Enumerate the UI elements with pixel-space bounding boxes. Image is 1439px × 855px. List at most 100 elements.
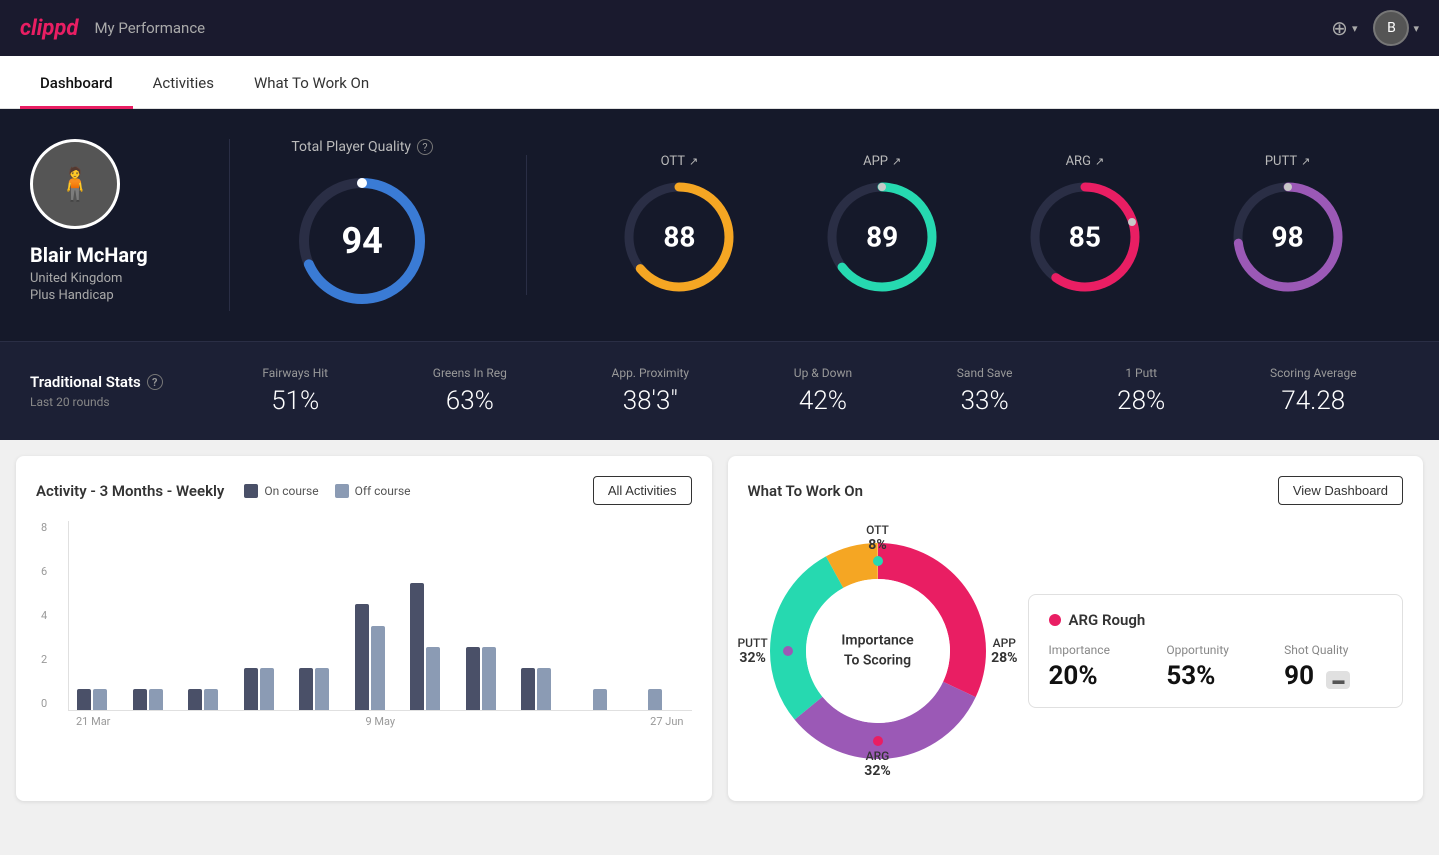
logo: clippd	[20, 16, 78, 41]
bar-on-course	[410, 583, 424, 710]
hero-inner: 🧍 Blair McHarg United Kingdom Plus Handi…	[30, 139, 1409, 311]
activity-card-header: Activity - 3 Months - Weekly On course O…	[36, 476, 692, 505]
bar-on-course	[299, 668, 313, 710]
arg-circle: 85	[1025, 177, 1145, 297]
stat-updown: Up & Down 42%	[794, 366, 852, 416]
bar-off-course	[204, 689, 218, 710]
stat-sandsave: Sand Save 33%	[957, 366, 1013, 416]
bar-on-course	[188, 689, 202, 710]
donut-chart: ImportanceTo Scoring OTT 8% APP 28% ARG …	[748, 521, 1008, 781]
work-card-header: What To Work On View Dashboard	[748, 476, 1404, 505]
avatar: 🧍	[30, 139, 120, 229]
bar-off-course	[482, 647, 496, 710]
bar-off-course	[93, 689, 107, 710]
bar-group	[355, 604, 407, 710]
bar-off-course	[260, 668, 274, 710]
bar-off-course	[426, 647, 440, 710]
bar-group	[299, 668, 351, 710]
detail-metrics: Importance 20% Opportunity 53% Shot Qual…	[1049, 643, 1383, 691]
arg-segment-label: ARG 32%	[864, 749, 890, 779]
player-handicap: Plus Handicap	[30, 288, 114, 303]
putt-arrow: ↗	[1301, 155, 1310, 168]
proximity-label: App. Proximity	[612, 366, 690, 380]
work-card: What To Work On View Dashboard	[728, 456, 1424, 801]
score-putt: PUTT ↗ 98	[1228, 154, 1348, 297]
importance-value: 20%	[1049, 661, 1147, 691]
logo-text: clippd	[20, 16, 78, 41]
work-content: ImportanceTo Scoring OTT 8% APP 28% ARG …	[748, 521, 1404, 781]
shot-quality-badge: ▬	[1326, 671, 1350, 689]
total-quality-circle: 94	[292, 171, 432, 311]
tab-activities[interactable]: Activities	[133, 56, 234, 109]
arg-label: ARG ↗	[1066, 154, 1105, 169]
all-activities-button[interactable]: All Activities	[593, 476, 692, 505]
sandsave-label: Sand Save	[957, 366, 1013, 380]
score-ott: OTT ↗ 88	[619, 154, 739, 297]
ott-circle: 88	[619, 177, 739, 297]
bar-group	[188, 689, 240, 710]
chevron-down-icon: ▾	[1413, 22, 1419, 35]
player-info: 🧍 Blair McHarg United Kingdom Plus Handi…	[30, 139, 230, 311]
bar-on-course	[355, 604, 369, 710]
opportunity-label: Opportunity	[1166, 643, 1264, 657]
x-labels: 21 Mar 9 May 27 Jun	[68, 711, 692, 728]
legend-off-course: Off course	[335, 484, 411, 498]
bar-off-course	[371, 626, 385, 710]
bottom-section: Activity - 3 Months - Weekly On course O…	[0, 440, 1439, 817]
help-icon[interactable]: ?	[417, 139, 433, 155]
chart-area: 0 2 4 6 8	[68, 521, 692, 711]
add-button[interactable]: ⊕ ▾	[1331, 16, 1357, 40]
opportunity-metric: Opportunity 53%	[1166, 643, 1264, 691]
ott-value: 88	[663, 220, 695, 253]
donut-center-text: ImportanceTo Scoring	[841, 631, 913, 670]
arg-value: 85	[1069, 220, 1101, 253]
stats-label: Traditional Stats ? Last 20 rounds	[30, 373, 210, 409]
player-country: United Kingdom	[30, 271, 122, 286]
bar-on-course	[521, 668, 535, 710]
fairways-label: Fairways Hit	[262, 366, 328, 380]
off-course-dot	[335, 484, 349, 498]
greens-value: 63%	[433, 386, 507, 416]
user-menu[interactable]: B ▾	[1373, 10, 1419, 46]
bar-group	[577, 689, 629, 710]
avatar: B	[1373, 10, 1409, 46]
shot-quality-metric: Shot Quality 90 ▬	[1284, 643, 1382, 691]
bar-off-course	[648, 689, 662, 710]
activity-title: Activity - 3 Months - Weekly	[36, 482, 224, 500]
scoring-value: 74.28	[1270, 386, 1357, 416]
app-circle: 89	[822, 177, 942, 297]
stat-1putt: 1 Putt 28%	[1117, 366, 1165, 416]
header-title: My Performance	[94, 19, 205, 37]
app-label: APP ↗	[863, 154, 901, 169]
ott-label: OTT ↗	[661, 154, 699, 169]
work-title: What To Work On	[748, 482, 864, 500]
proximity-value: 38'3"	[612, 386, 690, 416]
ott-segment-label: OTT 8%	[866, 523, 889, 553]
total-quality-label: Total Player Quality ?	[291, 139, 433, 155]
total-quality-block: Total Player Quality ? 94	[291, 139, 433, 311]
bar-on-course	[466, 647, 480, 710]
shot-quality-value: 90 ▬	[1284, 661, 1382, 691]
stats-subtitle: Last 20 rounds	[30, 395, 210, 409]
y-labels: 0 2 4 6 8	[41, 521, 47, 710]
legend: On course Off course	[244, 484, 410, 498]
putt-label: PUTT ↗	[1265, 154, 1310, 169]
legend-on-course: On course	[244, 484, 318, 498]
putt-circle: 98	[1228, 177, 1348, 297]
stats-items: Fairways Hit 51% Greens In Reg 63% App. …	[210, 366, 1409, 416]
view-dashboard-button[interactable]: View Dashboard	[1278, 476, 1403, 505]
tab-dashboard[interactable]: Dashboard	[20, 56, 133, 109]
greens-label: Greens In Reg	[433, 366, 507, 380]
on-course-dot	[244, 484, 258, 498]
opportunity-value: 53%	[1166, 661, 1264, 691]
putt-value: 98	[1272, 220, 1304, 253]
stats-help-icon[interactable]: ?	[147, 374, 163, 390]
traditional-stats: Traditional Stats ? Last 20 rounds Fairw…	[0, 341, 1439, 440]
plus-icon: ⊕	[1331, 16, 1348, 40]
tab-what-to-work-on[interactable]: What To Work On	[234, 56, 389, 109]
detail-card: ARG Rough Importance 20% Opportunity 53%…	[1028, 594, 1404, 708]
activity-card: Activity - 3 Months - Weekly On course O…	[16, 456, 712, 801]
app-segment-label: APP 28%	[991, 636, 1017, 666]
bar-group	[466, 647, 518, 710]
importance-metric: Importance 20%	[1049, 643, 1147, 691]
